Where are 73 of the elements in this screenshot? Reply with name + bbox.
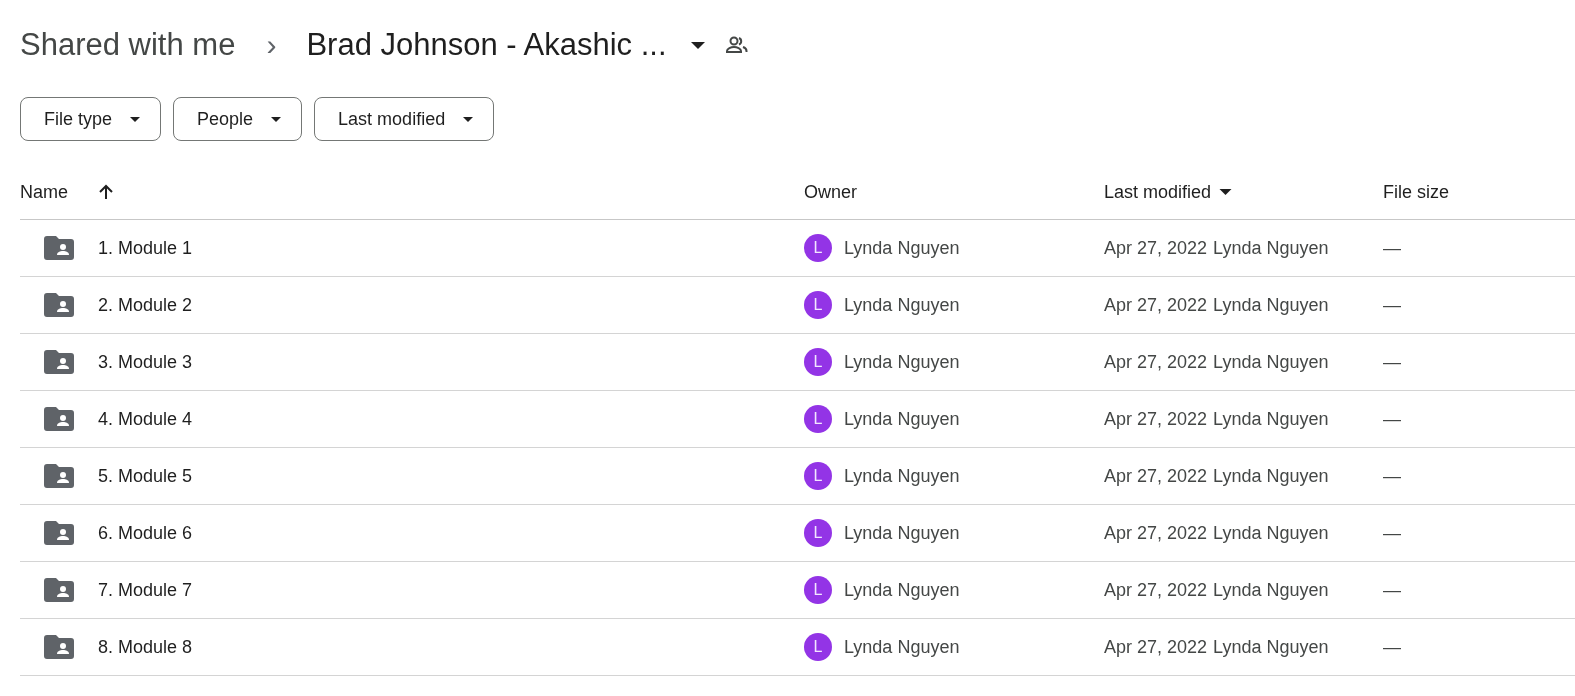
owner-avatar: L [804, 519, 832, 547]
file-name[interactable]: 6. Module 6 [98, 522, 193, 544]
owner-avatar: L [804, 348, 832, 376]
people-icon[interactable] [724, 36, 749, 54]
column-header[interactable]: Owner [804, 181, 857, 203]
file-size: — [1383, 579, 1402, 601]
column-header[interactable]: Last modified [1104, 181, 1212, 203]
modified-by: Lynda Nguyen [1213, 579, 1329, 601]
owner-avatar: L [804, 462, 832, 490]
sort-menu-icon[interactable] [1219, 189, 1233, 195]
modified-date: Apr 27, 2022 [1104, 522, 1208, 544]
shared-folder-icon [44, 293, 74, 317]
sort-arrow-icon[interactable] [98, 184, 114, 200]
modified-date: Apr 27, 2022 [1104, 465, 1208, 487]
owner-name: Lynda Nguyen [844, 294, 960, 316]
folder-title-menu[interactable]: Brad Johnson - Akashic ... [306, 27, 705, 63]
owner-name: Lynda Nguyen [844, 636, 960, 658]
modified-by: Lynda Nguyen [1213, 522, 1329, 544]
file-size: — [1383, 294, 1402, 316]
shared-folder-icon [44, 464, 74, 488]
file-size: — [1383, 636, 1402, 658]
owner-name: Lynda Nguyen [844, 465, 960, 487]
breadcrumb-separator: › [266, 28, 277, 62]
modified-date: Apr 27, 2022 [1104, 579, 1208, 601]
shared-folder-icon [44, 236, 74, 260]
shared-folder-icon [44, 407, 74, 431]
owner-avatar: L [804, 633, 832, 661]
modified-date: Apr 27, 2022 [1104, 351, 1208, 373]
file-name[interactable]: 5. Module 5 [98, 465, 193, 487]
caret-icon [271, 116, 282, 122]
modified-by: Lynda Nguyen [1213, 237, 1329, 259]
modified-by: Lynda Nguyen [1213, 294, 1329, 316]
modified-by: Lynda Nguyen [1213, 408, 1329, 430]
file-size: — [1383, 465, 1402, 487]
owner-avatar: L [804, 291, 832, 319]
owner-name: Lynda Nguyen [844, 522, 960, 544]
file-name[interactable]: 3. Module 3 [98, 351, 193, 373]
file-name[interactable]: 4. Module 4 [98, 408, 193, 430]
shared-folder-icon [44, 578, 74, 602]
file-name[interactable]: 7. Module 7 [98, 579, 193, 601]
owner-avatar: L [804, 576, 832, 604]
modified-date: Apr 27, 2022 [1104, 237, 1208, 259]
caret-icon [463, 116, 474, 122]
modified-by: Lynda Nguyen [1213, 465, 1329, 487]
file-name[interactable]: 8. Module 8 [98, 636, 193, 658]
modified-date: Apr 27, 2022 [1104, 408, 1208, 430]
modified-date: Apr 27, 2022 [1104, 294, 1208, 316]
owner-name: Lynda Nguyen [844, 237, 960, 259]
caret-icon [130, 116, 141, 122]
owner-name: Lynda Nguyen [844, 579, 960, 601]
file-size: — [1383, 408, 1402, 430]
owner-name: Lynda Nguyen [844, 408, 960, 430]
filter-chip[interactable]: People [173, 97, 303, 141]
caret-icon [690, 41, 705, 49]
modified-by: Lynda Nguyen [1213, 636, 1329, 658]
filter-chip[interactable]: File type [20, 97, 162, 141]
file-name[interactable]: 1. Module 1 [98, 237, 193, 259]
file-size: — [1383, 351, 1402, 373]
modified-by: Lynda Nguyen [1213, 351, 1329, 373]
file-size: — [1383, 237, 1402, 259]
file-name[interactable]: 2. Module 2 [98, 294, 193, 316]
breadcrumb-link[interactable]: Shared with me [20, 27, 236, 63]
file-size: — [1383, 522, 1402, 544]
owner-name: Lynda Nguyen [844, 351, 960, 373]
owner-avatar: L [804, 405, 832, 433]
shared-folder-icon [44, 521, 74, 545]
filter-chip[interactable]: Last modified [314, 97, 495, 141]
column-header[interactable]: Name [20, 181, 68, 203]
modified-date: Apr 27, 2022 [1104, 636, 1208, 658]
column-header[interactable]: File size [1383, 181, 1449, 203]
shared-folder-icon [44, 350, 74, 374]
owner-avatar: L [804, 234, 832, 262]
shared-folder-icon [44, 635, 74, 659]
